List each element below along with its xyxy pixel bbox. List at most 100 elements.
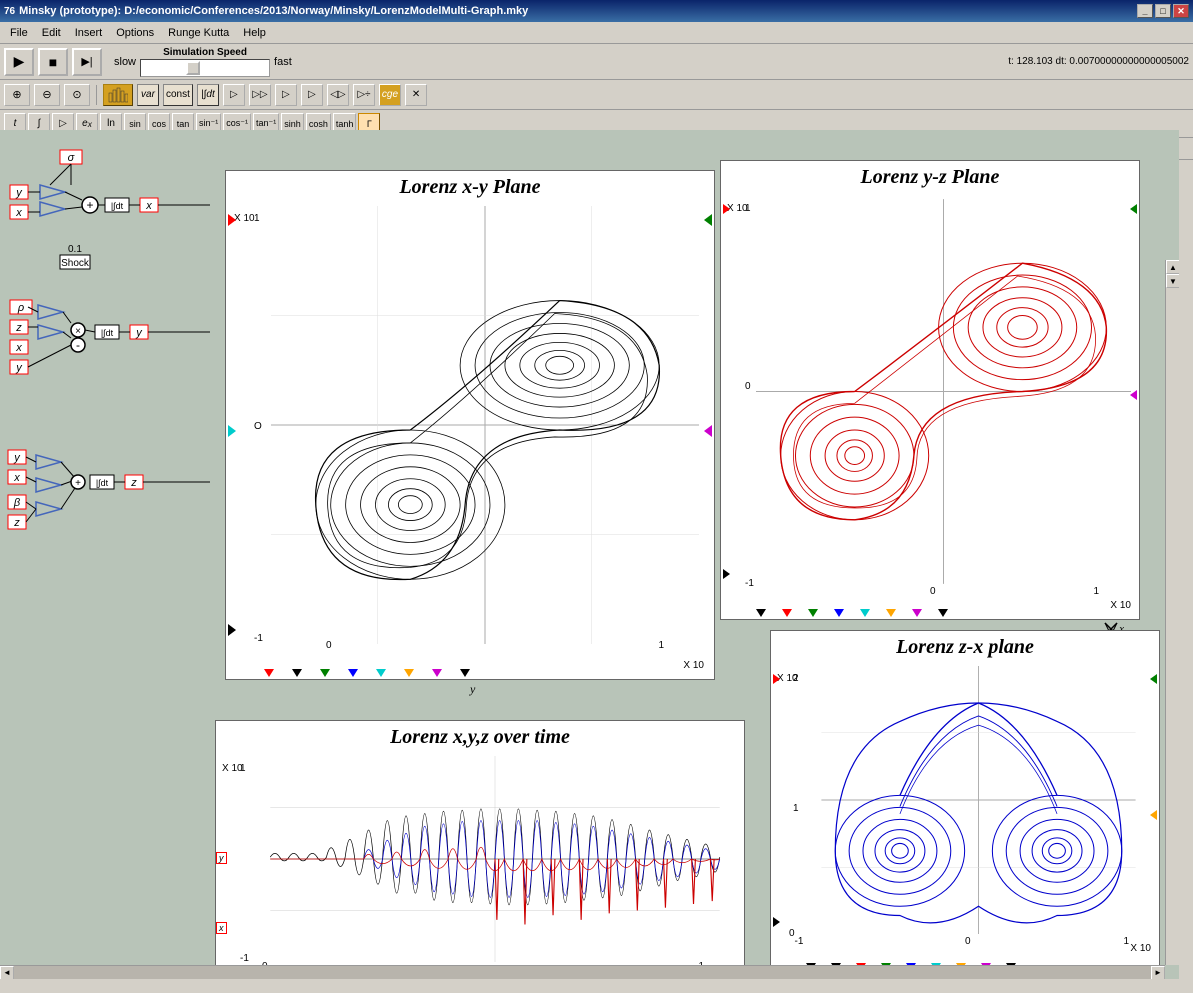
menu-help[interactable]: Help bbox=[237, 25, 272, 41]
arrow-btn-2[interactable]: ▷▷ bbox=[249, 84, 271, 106]
bottom-markers-xy bbox=[264, 669, 470, 677]
window-title: Minsky (prototype): D:/economic/Conferen… bbox=[15, 5, 1137, 17]
m7 bbox=[432, 669, 442, 677]
simulation-speed-container: slow Simulation Speed fast bbox=[114, 47, 292, 77]
graph-time: Lorenz x,y,z over time X 10 X 100 1 -1 0… bbox=[215, 720, 745, 979]
svg-text:x: x bbox=[145, 200, 152, 212]
zx-x-label: X 10 bbox=[1130, 943, 1151, 954]
scroll-htrack[interactable] bbox=[14, 966, 1151, 979]
zoom-out-button[interactable]: ⊖ bbox=[34, 84, 60, 106]
time-y1: 1 bbox=[240, 763, 246, 774]
step-button[interactable]: ▶| bbox=[72, 48, 102, 76]
graph-yz-title: Lorenz y-z Plane bbox=[721, 166, 1139, 189]
graph-yz-plane: Lorenz y-z Plane X 10 X 10 1 0 -1 0 1 bbox=[720, 160, 1140, 620]
m5 bbox=[376, 669, 386, 677]
svg-text:β: β bbox=[13, 497, 21, 509]
menu-runge-kutta[interactable]: Runge Kutta bbox=[162, 25, 235, 41]
m1 bbox=[264, 669, 274, 677]
yz-marker-red bbox=[723, 204, 730, 214]
close-button[interactable]: ✕ bbox=[1173, 4, 1189, 18]
slow-label: slow bbox=[114, 56, 136, 68]
m6 bbox=[404, 669, 414, 677]
yz-x0: 0 bbox=[930, 586, 936, 597]
copy-btn[interactable]: cge bbox=[379, 84, 401, 106]
yz-m5 bbox=[860, 609, 870, 617]
scroll-right-button[interactable]: ► bbox=[1151, 966, 1165, 980]
yz-x-label: X 10 bbox=[1110, 600, 1131, 611]
svg-text:+: + bbox=[75, 478, 81, 489]
yz-ym1: -1 bbox=[745, 578, 754, 589]
canvas-area[interactable]: Lorenz x-y Plane X 10 X 10 1 O -1 0 1 bbox=[0, 130, 1179, 979]
zx-marker-black bbox=[773, 917, 780, 927]
graph-xy-title: Lorenz x-y Plane bbox=[226, 176, 714, 199]
zx-marker-green bbox=[1150, 674, 1157, 684]
marker-xy-red-left bbox=[228, 214, 236, 226]
sim-speed-slider[interactable] bbox=[140, 59, 270, 77]
stop-button[interactable]: ■ bbox=[38, 48, 68, 76]
zx-xm1: -1 bbox=[795, 936, 804, 947]
separator-1 bbox=[96, 85, 97, 105]
menu-bar: File Edit Insert Options Runge Kutta Hel… bbox=[0, 22, 1193, 44]
graph-zx-plane: Lorenz z-x plane X 10 X 10 2 1 0 -1 0 1 bbox=[770, 630, 1160, 979]
maximize-button[interactable]: □ bbox=[1155, 4, 1171, 18]
bottom-markers-yz bbox=[756, 609, 948, 617]
window-icon: 76 bbox=[4, 6, 15, 17]
scroll-up-button[interactable]: ▲ bbox=[1166, 260, 1179, 274]
scroll-left-button[interactable]: ◄ bbox=[0, 966, 14, 980]
arrow-btn-3[interactable]: ▷ bbox=[275, 84, 297, 106]
arrow-btn-7[interactable]: ✕ bbox=[405, 84, 427, 106]
integral-label: |∫dt bbox=[201, 89, 215, 100]
zx-y2: 2 bbox=[793, 673, 799, 684]
xy-y0: O bbox=[254, 421, 262, 432]
sim-speed-label: Simulation Speed bbox=[163, 47, 247, 58]
xy-var-y: y bbox=[470, 682, 475, 697]
scrollbar-bottom[interactable]: ◄ ► bbox=[0, 965, 1165, 979]
integral-button[interactable]: |∫dt bbox=[197, 84, 219, 106]
yz-marker-black bbox=[723, 569, 730, 579]
zx-marker-red bbox=[773, 674, 780, 684]
arrow-btn-1[interactable]: ▷ bbox=[223, 84, 245, 106]
fast-label: fast bbox=[274, 56, 292, 68]
arrow-btn-6[interactable]: ▷÷ bbox=[353, 84, 375, 106]
svg-text:×: × bbox=[75, 326, 81, 337]
yz-x1: 1 bbox=[1093, 586, 1099, 597]
zoom-in-button[interactable]: ⊕ bbox=[4, 84, 30, 106]
menu-file[interactable]: File bbox=[4, 25, 34, 41]
zx-y1: 1 bbox=[793, 803, 799, 814]
svg-text:|∫dt: |∫dt bbox=[96, 478, 109, 488]
yz-m7 bbox=[912, 609, 922, 617]
menu-edit[interactable]: Edit bbox=[36, 25, 67, 41]
m2 bbox=[292, 669, 302, 677]
m8 bbox=[460, 669, 470, 677]
yz-m6 bbox=[886, 609, 896, 617]
yz-m8 bbox=[938, 609, 948, 617]
arrow-btn-5[interactable]: ◁▷ bbox=[327, 84, 349, 106]
scrollbar-right[interactable]: ▲ ▼ bbox=[1165, 260, 1179, 965]
histogram-button[interactable] bbox=[103, 84, 133, 106]
play-button[interactable]: ▶ bbox=[4, 48, 34, 76]
svg-text:Shock: Shock bbox=[61, 258, 90, 269]
time-x-input: x bbox=[216, 922, 227, 934]
zoom-reset-button[interactable]: ⊙ bbox=[64, 84, 90, 106]
xy-x-axis-label: X 10 bbox=[683, 660, 704, 671]
menu-options[interactable]: Options bbox=[110, 25, 160, 41]
menu-insert[interactable]: Insert bbox=[69, 25, 109, 41]
svg-text:x: x bbox=[15, 342, 22, 354]
marker-xy-magenta-right bbox=[704, 425, 712, 437]
yz-m2 bbox=[782, 609, 792, 617]
arrow-btn-4[interactable]: ▷ bbox=[301, 84, 323, 106]
minimize-button[interactable]: _ bbox=[1137, 4, 1153, 18]
graph-xy-plane: Lorenz x-y Plane X 10 X 10 1 O -1 0 1 bbox=[225, 170, 715, 680]
svg-text:|∫dt: |∫dt bbox=[111, 201, 124, 211]
scroll-down-button[interactable]: ▼ bbox=[1166, 274, 1179, 288]
var-button[interactable]: var bbox=[137, 84, 159, 106]
yz-m3 bbox=[808, 609, 818, 617]
const-button[interactable]: const bbox=[163, 84, 193, 106]
graph-time-svg bbox=[254, 756, 736, 962]
svg-text:z: z bbox=[130, 477, 137, 489]
sim-speed-thumb[interactable] bbox=[186, 61, 200, 75]
zx-marker-orange bbox=[1150, 810, 1157, 820]
yz-marker-green bbox=[1130, 204, 1137, 214]
graph-time-title: Lorenz x,y,z over time bbox=[216, 726, 744, 749]
svg-text:0.1: 0.1 bbox=[68, 244, 82, 255]
